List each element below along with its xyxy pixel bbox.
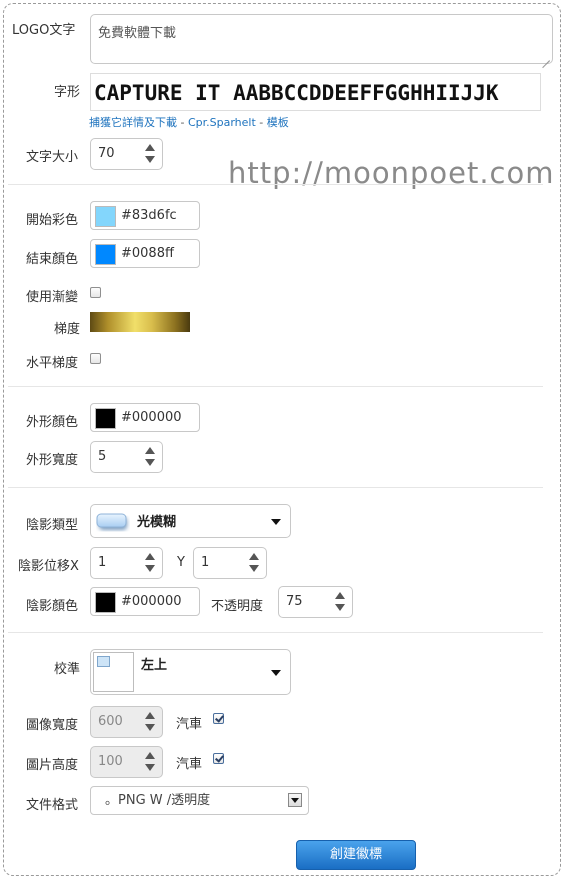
start-color-picker[interactable]: #83d6fc (90, 201, 200, 230)
font-links: 捕獲它詳情及下載 - Cpr.Sparhelt - 模板 (89, 116, 289, 129)
spin-down-icon[interactable] (332, 602, 349, 614)
spin-up-icon[interactable] (142, 142, 159, 154)
spin-up-icon[interactable] (246, 551, 263, 563)
shadow-color-label: 陰影顏色 (26, 599, 79, 614)
start-color-value: #83d6fc (121, 208, 177, 223)
image-height-auto-label: 汽車 (176, 757, 203, 772)
start-color-label: 開始彩色 (26, 213, 79, 228)
image-width-auto-label: 汽車 (176, 717, 203, 732)
image-height-spinner[interactable]: 100 (90, 746, 163, 778)
shadow-offset-y-value: 1 (201, 555, 210, 570)
chevron-down-icon (271, 519, 281, 525)
outline-width-label: 外形寬度 (26, 453, 79, 468)
shadow-color-value: #000000 (121, 594, 182, 609)
shadow-offset-x-label: 陰影位移X (18, 559, 79, 574)
image-width-auto-checkbox[interactable] (213, 713, 224, 724)
text-size-label: 文字大小 (26, 150, 79, 165)
spin-down-icon[interactable] (246, 563, 263, 575)
shadow-offset-x-value: 1 (98, 555, 107, 570)
create-logo-button[interactable]: 創建徽標 (296, 840, 416, 870)
logo-text-label: LOGO文字 (12, 23, 76, 38)
end-color-picker[interactable]: #0088ff (90, 239, 200, 268)
spin-up-icon[interactable] (142, 750, 159, 762)
use-gradient-label: 使用漸變 (26, 290, 79, 305)
logo-text-value: 免費軟體下載 (98, 26, 177, 41)
end-color-value: #0088ff (121, 246, 174, 261)
resize-grip-icon[interactable] (542, 53, 550, 61)
gradient-label: 梯度 (54, 322, 81, 337)
horizontal-gradient-label: 水平梯度 (26, 356, 79, 371)
spin-down-icon[interactable] (142, 457, 159, 469)
outline-width-spinner[interactable]: 5 (90, 441, 163, 473)
spin-up-icon[interactable] (332, 590, 349, 602)
chevron-down-icon[interactable] (288, 793, 302, 807)
outline-color-label: 外形顏色 (26, 415, 79, 430)
logo-text-input[interactable]: 免費軟體下載 (90, 14, 553, 64)
image-height-label: 圖片高度 (26, 758, 79, 773)
font-sample-preview[interactable]: CAPTURE IT AABBCCDDEEFFGGHHIIJJK (90, 73, 541, 111)
align-value: 左上 (141, 658, 168, 673)
spin-down-icon[interactable] (142, 722, 159, 734)
shadow-offset-x-spinner[interactable]: 1 (90, 547, 163, 579)
image-width-label: 圖像寬度 (26, 718, 79, 733)
divider (8, 632, 543, 633)
font-label: 字形 (54, 85, 81, 100)
image-height-auto-checkbox[interactable] (213, 753, 224, 764)
outline-color-value: #000000 (121, 410, 182, 425)
image-height-value: 100 (98, 754, 123, 769)
shadow-offset-y-label: Y (177, 555, 185, 570)
shadow-type-label: 陰影類型 (26, 518, 79, 533)
use-gradient-checkbox[interactable] (90, 287, 101, 298)
chevron-down-icon (271, 670, 281, 676)
outline-color-swatch (95, 408, 116, 429)
shadow-preview-icon (96, 513, 127, 530)
opacity-label: 不透明度 (211, 599, 264, 614)
shadow-color-picker[interactable]: #000000 (90, 587, 200, 616)
shadow-color-swatch (95, 592, 116, 613)
image-width-spinner[interactable]: 600 (90, 706, 163, 738)
form-panel (3, 3, 561, 876)
shadow-offset-y-spinner[interactable]: 1 (193, 547, 267, 579)
text-size-value: 70 (98, 146, 115, 161)
font-template-link[interactable]: 模板 (267, 116, 289, 129)
align-dropdown[interactable]: 左上 (90, 649, 291, 695)
spin-down-icon[interactable] (142, 563, 159, 575)
text-size-spinner[interactable]: 70 (90, 138, 163, 170)
start-color-swatch (95, 206, 116, 227)
gradient-preview[interactable] (90, 312, 190, 332)
end-color-label: 結束顏色 (26, 252, 79, 267)
opacity-value: 75 (286, 594, 303, 609)
spin-up-icon[interactable] (142, 551, 159, 563)
font-details-link[interactable]: 捕獲它詳情及下載 (89, 116, 177, 129)
align-label: 校準 (54, 662, 81, 677)
divider (8, 386, 543, 387)
spin-up-icon[interactable] (142, 445, 159, 457)
divider (8, 184, 543, 185)
horizontal-gradient-checkbox[interactable] (90, 353, 101, 364)
opacity-spinner[interactable]: 75 (278, 586, 353, 618)
spin-down-icon[interactable] (142, 762, 159, 774)
outline-color-picker[interactable]: #000000 (90, 403, 200, 432)
outline-width-value: 5 (98, 449, 107, 464)
font-author-link[interactable]: Cpr.Sparhelt (188, 116, 256, 129)
end-color-swatch (95, 244, 116, 265)
align-preview-icon (93, 652, 134, 692)
image-width-value: 600 (98, 714, 123, 729)
shadow-type-dropdown[interactable]: 光模糊 (90, 504, 291, 538)
spin-down-icon[interactable] (142, 154, 159, 166)
file-format-select[interactable]: 。PNG W /透明度 (90, 786, 309, 815)
spin-up-icon[interactable] (142, 710, 159, 722)
file-format-value: 。PNG W /透明度 (105, 793, 211, 808)
shadow-type-value: 光模糊 (137, 515, 177, 530)
divider (8, 487, 543, 488)
file-format-label: 文件格式 (26, 798, 79, 813)
